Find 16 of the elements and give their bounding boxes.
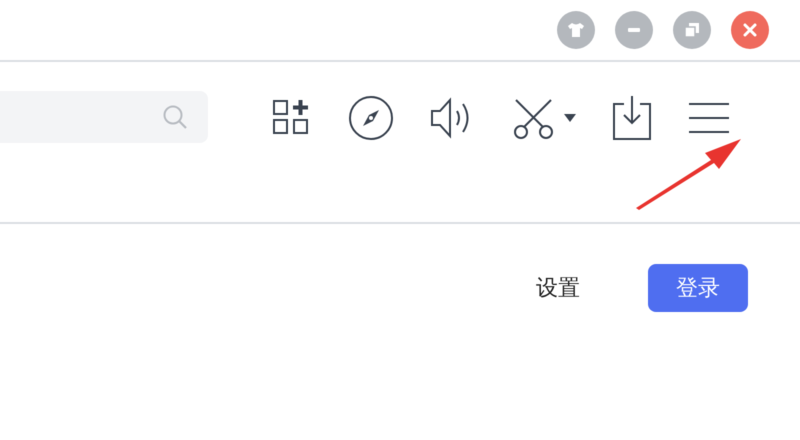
compass-button[interactable] (348, 95, 394, 141)
caret-icon (564, 114, 576, 122)
menu-button[interactable] (688, 101, 730, 135)
close-button[interactable] (731, 11, 769, 49)
login-button[interactable]: 登录 (648, 264, 748, 312)
menu-icon (688, 101, 730, 135)
search-field[interactable] (0, 91, 208, 143)
minimize-icon (628, 28, 640, 32)
shirt-icon (567, 22, 585, 38)
settings-link[interactable]: 设置 (536, 273, 580, 303)
close-icon (743, 23, 757, 37)
download-icon (612, 95, 652, 141)
download-button[interactable] (612, 95, 652, 141)
search-icon (162, 104, 188, 130)
compass-icon (348, 95, 394, 141)
restore-icon (685, 23, 699, 37)
